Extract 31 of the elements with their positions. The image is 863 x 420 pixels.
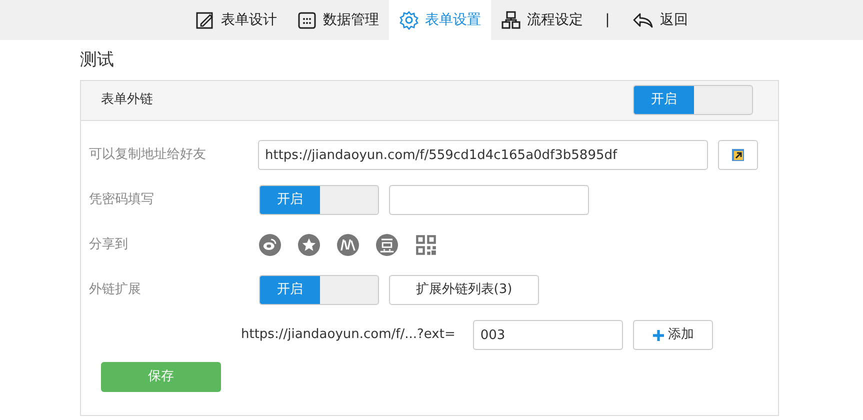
- nav-tab[interactable]: 表单设置: [389, 0, 492, 40]
- flowchart-icon: [501, 10, 522, 30]
- url-field[interactable]: https://jiandaoyun.com/f/559cd1d4c165a0df3b5895df: [258, 140, 708, 170]
- password-field[interactable]: [389, 185, 589, 215]
- ext-field[interactable]: 003: [473, 320, 624, 350]
- toggle-switch[interactable]: 开启: [633, 85, 753, 115]
- external-link-icon: [731, 148, 745, 162]
- back-link[interactable]: 返回: [622, 0, 698, 40]
- qr-code-icon[interactable]: [415, 234, 437, 256]
- open-link-button[interactable]: [718, 140, 758, 170]
- nav-separator: |: [604, 10, 611, 30]
- toggle-switch[interactable]: 开启: [259, 275, 379, 305]
- page-title: 测试: [80, 49, 115, 72]
- weibo-icon[interactable]: [259, 234, 281, 256]
- plus-icon: [652, 330, 664, 340]
- nav-tab[interactable]: 数据管理: [287, 0, 390, 40]
- add-button[interactable]: 添加: [633, 320, 714, 350]
- toggle-switch[interactable]: 开启: [259, 185, 379, 215]
- field-label: 分享到: [88, 236, 129, 254]
- field-label: 外链扩展: [88, 281, 142, 300]
- settings-icon: [399, 10, 420, 30]
- url-prefix: https://jiandaoyun.com/f/...?ext=: [241, 326, 456, 344]
- panel-title: 表单外链: [101, 91, 153, 110]
- field-label: 可以复制地址给好友: [88, 146, 207, 164]
- extend-list-button[interactable]: 扩展外链列表(3): [389, 275, 539, 305]
- field-label: 凭密码填写: [88, 191, 155, 210]
- edit-icon: [195, 10, 216, 30]
- people-icon[interactable]: [337, 234, 359, 256]
- nav-tab[interactable]: 表单设计: [185, 0, 288, 40]
- nav-tab[interactable]: 流程设定: [491, 0, 594, 40]
- grid-icon: [297, 10, 318, 30]
